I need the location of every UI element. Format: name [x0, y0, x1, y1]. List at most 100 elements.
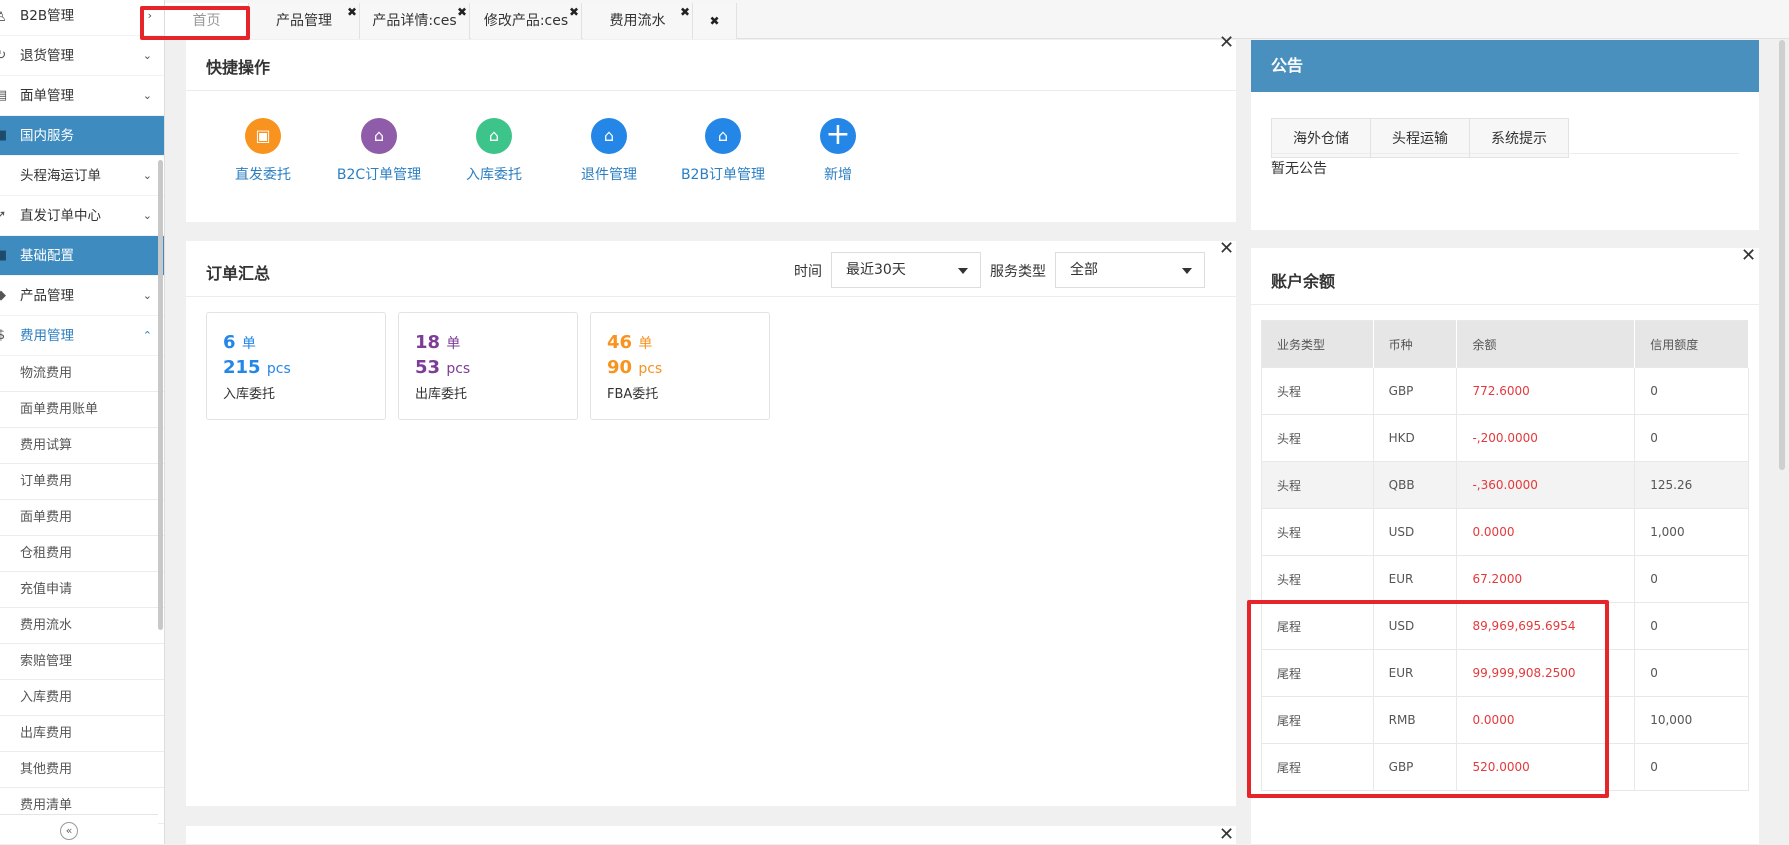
- quick-ops-title: 快捷操作: [206, 58, 271, 77]
- house-down-icon[interactable]: ⌂: [476, 118, 512, 154]
- sidebar-sub-item[interactable]: 面单费用: [0, 500, 164, 536]
- sidebar-sub-item[interactable]: 充值申请: [0, 572, 164, 608]
- quick-op-label[interactable]: B2B订单管理: [668, 164, 778, 184]
- highlight-box-home-tab: [140, 6, 250, 40]
- tab-5[interactable]: ✖: [693, 3, 737, 39]
- pcs-unit: pcs: [638, 361, 663, 377]
- square-icon: ■: [0, 236, 8, 276]
- house-return-icon[interactable]: ⌂: [705, 118, 741, 154]
- sidebar-sub-item[interactable]: 入库费用: [0, 680, 164, 716]
- sidebar-collapse-bar: «: [0, 814, 158, 844]
- balance-cell: 0: [1634, 414, 1749, 462]
- quick-ops-close-icon[interactable]: ✕: [1219, 34, 1234, 52]
- balance-close-icon[interactable]: ✕: [1741, 247, 1756, 265]
- order-stat-card[interactable]: 6 单 215 pcs 入库委托: [206, 312, 386, 420]
- plus-icon[interactable]: +: [820, 118, 856, 154]
- sidebar-sub-item[interactable]: 订单费用: [0, 464, 164, 500]
- balance-column-header: 信用额度: [1634, 320, 1749, 368]
- order-unit: 单: [638, 336, 653, 352]
- house-return-icon[interactable]: ⌂: [591, 118, 627, 154]
- tab-label: 费用流水: [609, 13, 666, 29]
- close-tab-icon[interactable]: ✖: [457, 0, 467, 30]
- quick-op-label[interactable]: 直发委托: [208, 164, 318, 184]
- tab-label: 产品详情:ces: [372, 13, 457, 29]
- bottom-panel-close-icon[interactable]: ✕: [1219, 826, 1234, 844]
- square-icon: ■: [0, 116, 8, 156]
- table-row: 头程 USD 0.0000 1,000: [1261, 508, 1749, 556]
- notice-tab-2[interactable]: 系统提示: [1469, 118, 1569, 158]
- caret-down-icon: [1182, 268, 1192, 274]
- balance-cell: 0: [1634, 555, 1749, 603]
- order-stat-label: FBA委托: [607, 387, 659, 402]
- order-stat-card[interactable]: 18 单 53 pcs 出库委托: [398, 312, 578, 420]
- sidebar-menu-item[interactable]: ➚ 直发订单中心 ⌄: [0, 196, 164, 236]
- page-scrollbar[interactable]: [1779, 40, 1785, 470]
- sidebar-menu-label: 产品管理: [20, 288, 74, 304]
- house-up-icon[interactable]: ⌂: [361, 118, 397, 154]
- quick-op-label[interactable]: 新增: [783, 164, 893, 184]
- balance-cell: 0: [1634, 367, 1749, 415]
- balance-cell: 头程: [1261, 367, 1374, 415]
- quick-op-box[interactable]: ▣ 直发委托: [208, 118, 318, 184]
- close-tab-icon[interactable]: ✖: [709, 14, 719, 28]
- sidebar-sub-item[interactable]: 出库费用: [0, 716, 164, 752]
- order-count: 18: [415, 332, 441, 353]
- time-range-select[interactable]: 最近30天: [831, 252, 981, 288]
- diamond-icon: ◆: [0, 276, 8, 316]
- sidebar-menu-item[interactable]: $ 费用管理 ⌃: [0, 316, 164, 356]
- sidebar-sub-item[interactable]: 费用试算: [0, 428, 164, 464]
- quick-op-house-return[interactable]: ⌂ B2B订单管理: [668, 118, 778, 184]
- tab-3[interactable]: 修改产品:ces ✖: [471, 3, 582, 39]
- notice-empty-text: 暂无公告: [1271, 161, 1327, 177]
- quick-op-plus[interactable]: + 新增: [783, 118, 893, 184]
- balance-cell: 1,000: [1634, 508, 1749, 556]
- tab-label: 产品管理: [276, 13, 332, 29]
- balance-cell: USD: [1373, 508, 1458, 556]
- order-unit: 单: [241, 336, 256, 352]
- balance-cell: 头程: [1261, 414, 1374, 462]
- close-tab-icon[interactable]: ✖: [569, 0, 579, 30]
- sidebar-menu-item[interactable]: ▤ 面单管理 ⌄: [0, 76, 164, 116]
- balance-cell: GBP: [1373, 367, 1458, 415]
- box-icon[interactable]: ▣: [245, 118, 281, 154]
- sidebar-menu-label: 退货管理: [20, 48, 74, 64]
- balance-title: 账户余额: [1271, 272, 1336, 291]
- sidebar-menu-label: 基础配置: [20, 248, 74, 264]
- close-tab-icon[interactable]: ✖: [347, 0, 357, 30]
- close-tab-icon[interactable]: ✖: [680, 0, 690, 30]
- sidebar-menu-item[interactable]: ◆ 产品管理 ⌄: [0, 276, 164, 316]
- quick-op-label[interactable]: 退件管理: [554, 164, 664, 184]
- sidebar-menu-item[interactable]: ■ 基础配置: [0, 236, 164, 276]
- pcs-count: 215: [223, 357, 261, 378]
- pcs-count: 53: [415, 357, 441, 378]
- tab-bar: 首页 产品管理 ✖ 产品详情:ces ✖ 修改产品:ces ✖ 费用流水 ✖ ✖: [165, 0, 1789, 39]
- quick-op-house-down[interactable]: ⌂ 入库委托: [439, 118, 549, 184]
- sidebar-sub-item[interactable]: 费用流水: [0, 608, 164, 644]
- balance-cell: 头程: [1261, 461, 1374, 509]
- notice-tab-1[interactable]: 头程运输: [1370, 118, 1470, 158]
- sidebar-scrollbar[interactable]: [158, 160, 163, 630]
- chevron-icon: ⌄: [142, 209, 152, 222]
- tab-1[interactable]: 产品管理 ✖: [249, 3, 360, 39]
- order-stat-card[interactable]: 46 单 90 pcs FBA委托: [590, 312, 770, 420]
- sidebar-sub-item[interactable]: 面单费用账单: [0, 392, 164, 428]
- quick-op-label[interactable]: B2C订单管理: [324, 164, 434, 184]
- sidebar-menu-item[interactable]: ■ 国内服务: [0, 116, 164, 156]
- sidebar-sub-item[interactable]: 物流费用: [0, 356, 164, 392]
- sidebar-sub-item[interactable]: 其他费用: [0, 752, 164, 788]
- tab-4[interactable]: 费用流水 ✖: [583, 3, 693, 39]
- sidebar-menu-item[interactable]: ↻ 退货管理 ⌄: [0, 36, 164, 76]
- sidebar-sub-item[interactable]: 索赔管理: [0, 644, 164, 680]
- sidebar-menu-item[interactable]: 头程海运订单 ⌄: [0, 156, 164, 196]
- quick-op-house-return[interactable]: ⌂ 退件管理: [554, 118, 664, 184]
- order-summary-close-icon[interactable]: ✕: [1219, 240, 1234, 258]
- service-type-select[interactable]: 全部: [1055, 252, 1205, 288]
- notice-title: 公告: [1251, 40, 1759, 92]
- user-icon: ♙: [0, 0, 8, 38]
- quick-op-house-up[interactable]: ⌂ B2C订单管理: [324, 118, 434, 184]
- notice-tab-0[interactable]: 海外仓储: [1271, 118, 1371, 158]
- collapse-sidebar-icon[interactable]: «: [60, 822, 78, 840]
- sidebar-sub-item[interactable]: 仓租费用: [0, 536, 164, 572]
- tab-2[interactable]: 产品详情:ces ✖: [360, 3, 470, 39]
- quick-op-label[interactable]: 入库委托: [439, 164, 549, 184]
